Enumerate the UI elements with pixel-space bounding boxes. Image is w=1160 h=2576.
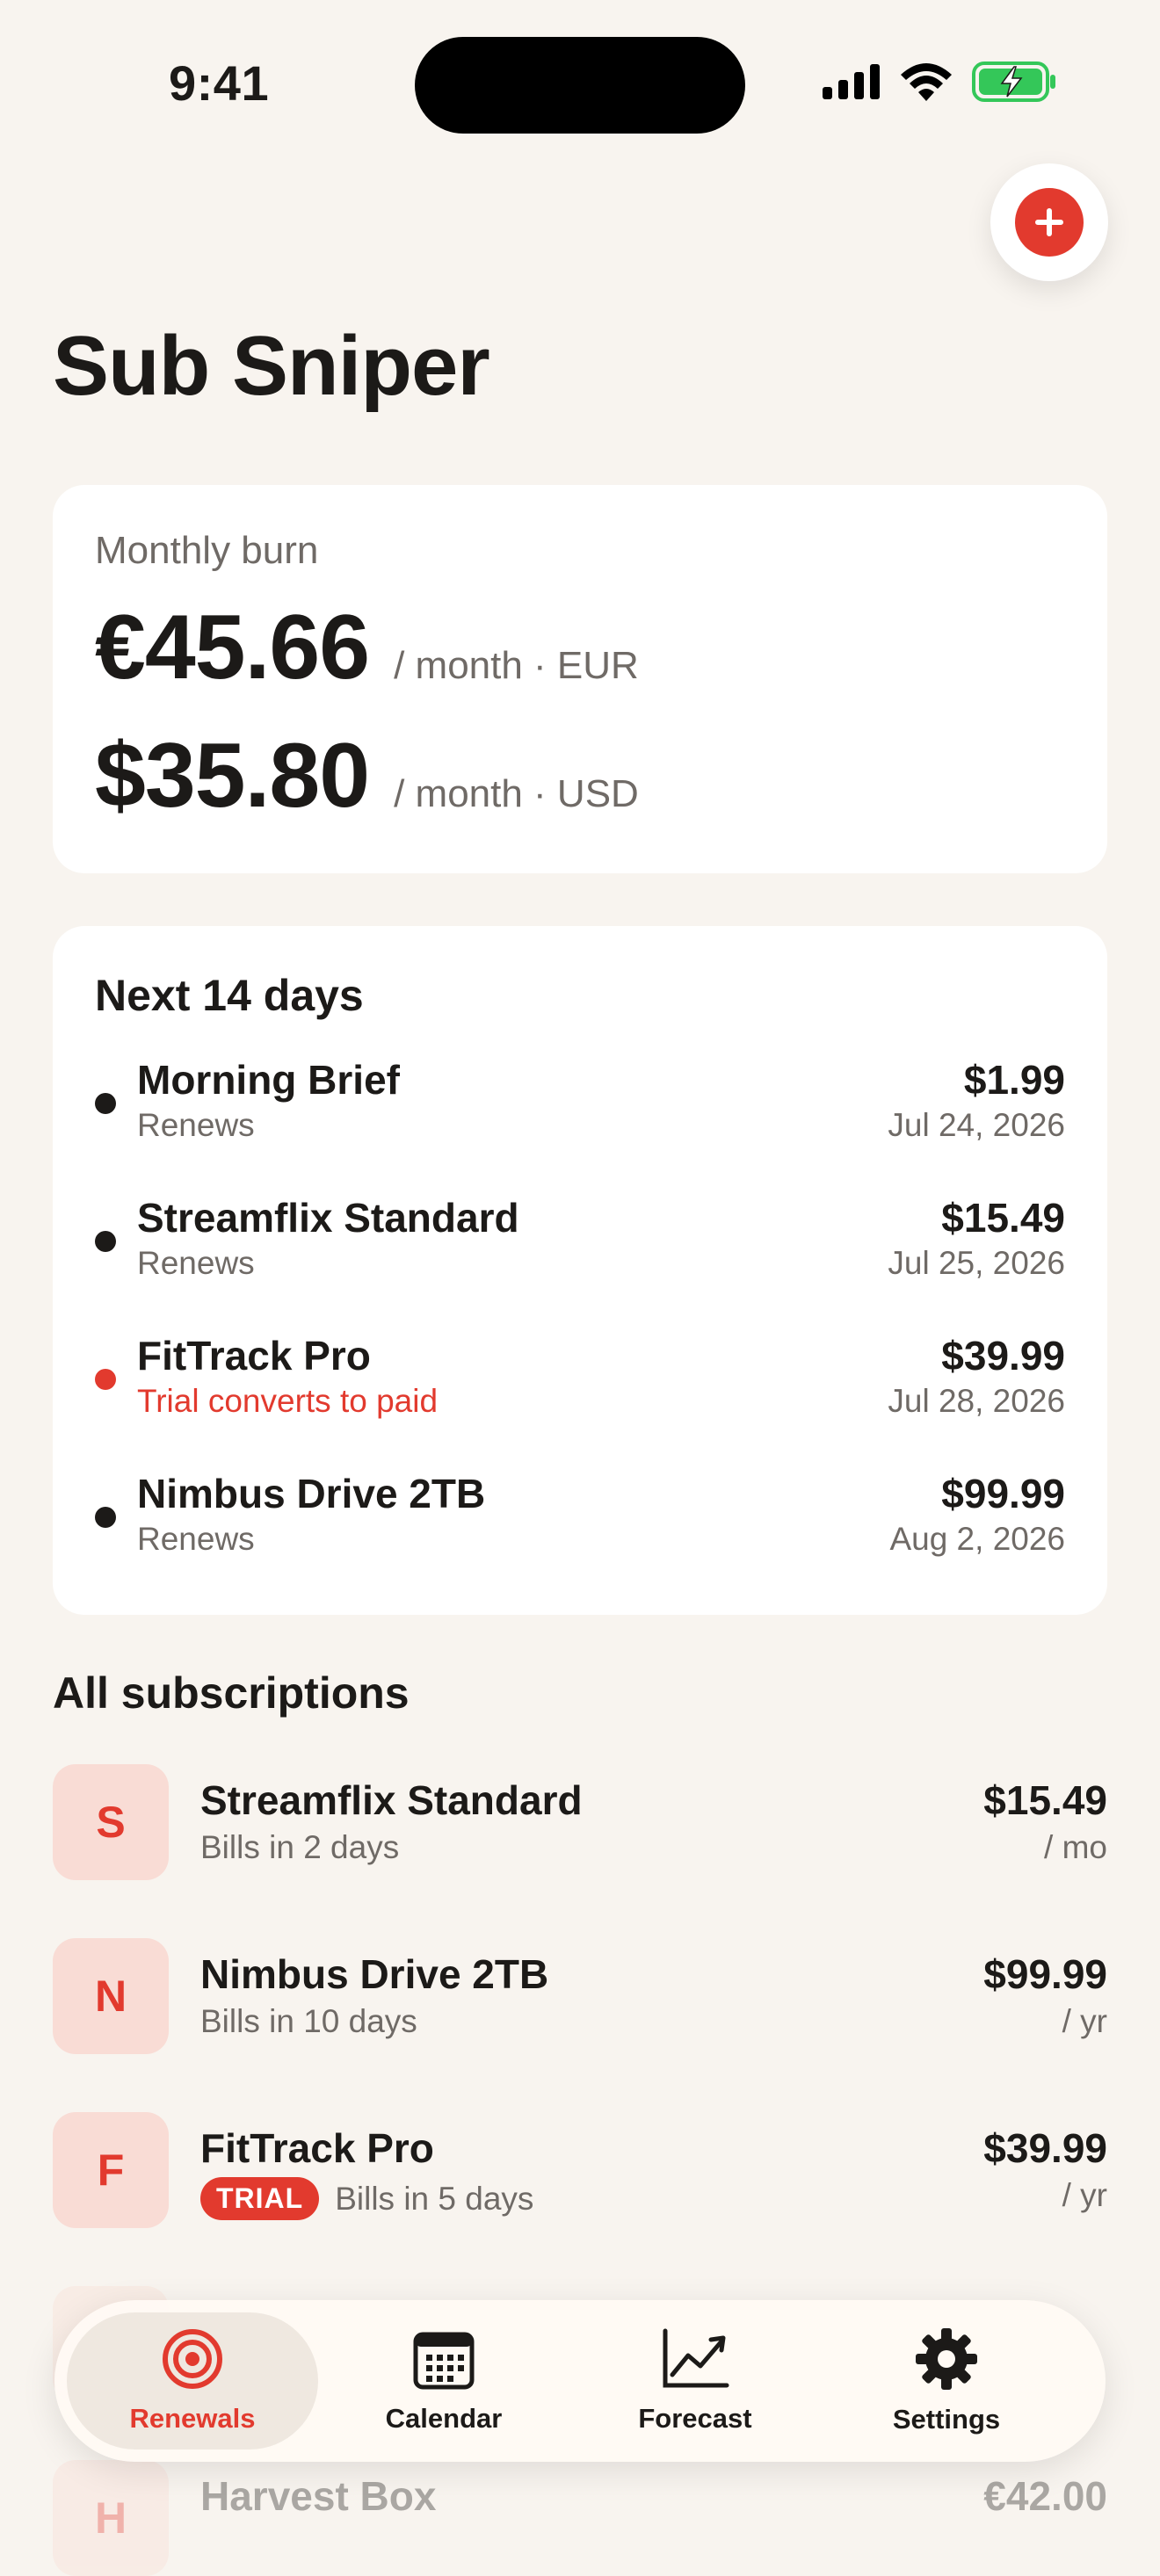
renewal-date: Jul 24, 2026 bbox=[888, 1107, 1065, 1143]
all-subscriptions-title: All subscriptions bbox=[53, 1668, 410, 1718]
billing-countdown: Bills in 5 days bbox=[335, 2180, 534, 2217]
subscription-name: FitTrack Pro bbox=[200, 2125, 434, 2171]
burn-amount: $35.80 bbox=[95, 725, 370, 827]
status-dot bbox=[95, 1231, 116, 1252]
upcoming-renewal-item[interactable]: Morning Brief Renews $1.99 Jul 24, 2026 bbox=[95, 1051, 1065, 1156]
tab-calendar[interactable]: Calendar bbox=[318, 2312, 569, 2449]
renewal-date: Aug 2, 2026 bbox=[889, 1521, 1065, 1557]
subscription-meta: Bills in 10 days bbox=[200, 2003, 417, 2040]
upcoming-renewal-item[interactable]: Streamflix Standard Renews $15.49 Jul 25… bbox=[95, 1189, 1065, 1294]
status-icons bbox=[823, 62, 1056, 102]
subscription-name: Nimbus Drive 2TB bbox=[200, 1951, 549, 1997]
target-icon bbox=[163, 2329, 222, 2389]
status-dot bbox=[95, 1507, 116, 1528]
burn-usd-row: $35.80 / month · USD bbox=[95, 724, 639, 829]
tab-label: Calendar bbox=[385, 2403, 503, 2434]
subscription-avatar: S bbox=[53, 1764, 169, 1880]
trial-badge: TRIAL bbox=[200, 2177, 320, 2220]
renewal-status: Renews bbox=[137, 1521, 255, 1557]
renewal-price: $1.99 bbox=[963, 1057, 1065, 1103]
renewal-status: Renews bbox=[137, 1245, 255, 1281]
subscription-price: €42.00 bbox=[983, 2473, 1107, 2519]
renewal-name: Streamflix Standard bbox=[137, 1195, 519, 1241]
monthly-burn-card: Monthly burn €45.66 / month · EUR $35.80… bbox=[53, 485, 1107, 873]
burn-amount: €45.66 bbox=[95, 597, 370, 698]
plus-icon bbox=[1035, 208, 1063, 236]
page-title: Sub Sniper bbox=[53, 319, 490, 413]
wifi-icon bbox=[901, 63, 952, 101]
next-14-days-card: Next 14 days Morning Brief Renews $1.99 … bbox=[53, 926, 1107, 1615]
renewal-price: $39.99 bbox=[941, 1333, 1065, 1378]
gear-icon bbox=[916, 2328, 977, 2390]
next-14-days-title: Next 14 days bbox=[95, 971, 364, 1020]
subscription-price: $39.99 bbox=[983, 2125, 1107, 2171]
cellular-signal-icon bbox=[823, 64, 880, 99]
monthly-burn-label: Monthly burn bbox=[95, 529, 319, 572]
burn-eur-row: €45.66 / month · EUR bbox=[95, 596, 639, 700]
subscription-avatar: H bbox=[53, 2460, 169, 2576]
subscription-price: $15.49 bbox=[983, 1777, 1107, 1823]
renewal-name: FitTrack Pro bbox=[137, 1333, 371, 1378]
subscription-row[interactable]: H Harvest Box €42.00 bbox=[53, 2460, 1107, 2576]
renewal-status: Trial converts to paid bbox=[137, 1383, 439, 1419]
billing-period: / yr bbox=[1062, 2177, 1107, 2213]
add-subscription-button[interactable] bbox=[990, 163, 1108, 281]
renewal-name: Nimbus Drive 2TB bbox=[137, 1471, 486, 1516]
billing-countdown: Bills in 10 days bbox=[200, 2003, 417, 2039]
billing-period: / yr bbox=[1062, 2003, 1107, 2039]
tab-settings[interactable]: Settings bbox=[821, 2312, 1072, 2449]
subscription-name: Harvest Box bbox=[200, 2473, 437, 2519]
tab-label: Forecast bbox=[638, 2403, 752, 2434]
subscription-meta: TRIAL Bills in 5 days bbox=[200, 2177, 533, 2220]
subscription-row[interactable]: S Streamflix Standard Bills in 2 days $1… bbox=[53, 1764, 1107, 1880]
renewal-name: Morning Brief bbox=[137, 1057, 400, 1103]
tab-renewals[interactable]: Renewals bbox=[67, 2312, 318, 2449]
subscription-name: Streamflix Standard bbox=[200, 1777, 583, 1823]
renewal-price: $99.99 bbox=[941, 1471, 1065, 1516]
calendar-icon bbox=[413, 2332, 475, 2390]
battery-charging-icon bbox=[972, 62, 1055, 102]
dynamic-island bbox=[415, 37, 745, 134]
burn-unit: / month · USD bbox=[394, 772, 639, 815]
renewal-date: Jul 25, 2026 bbox=[888, 1245, 1065, 1281]
status-dot bbox=[95, 1093, 116, 1114]
renewal-status: Renews bbox=[137, 1107, 255, 1143]
subscription-row[interactable]: N Nimbus Drive 2TB Bills in 10 days $99.… bbox=[53, 1938, 1107, 2054]
trial-status-dot bbox=[95, 1369, 116, 1390]
billing-countdown: Bills in 2 days bbox=[200, 1829, 400, 1865]
subscription-row[interactable]: F FitTrack Pro TRIAL Bills in 5 days $39… bbox=[53, 2112, 1107, 2228]
upcoming-renewal-item[interactable]: FitTrack Pro Trial converts to paid $39.… bbox=[95, 1327, 1065, 1432]
tab-forecast[interactable]: Forecast bbox=[569, 2312, 821, 2449]
subscription-price: $99.99 bbox=[983, 1951, 1107, 1997]
subscription-avatar: F bbox=[53, 2112, 169, 2228]
upcoming-renewal-item[interactable]: Nimbus Drive 2TB Renews $99.99 Aug 2, 20… bbox=[95, 1465, 1065, 1570]
subscription-meta: Bills in 2 days bbox=[200, 1829, 399, 1866]
add-button-circle bbox=[1015, 188, 1084, 257]
tab-label: Settings bbox=[892, 2404, 1001, 2435]
burn-unit: / month · EUR bbox=[394, 644, 639, 687]
renewal-date: Jul 28, 2026 bbox=[888, 1383, 1065, 1419]
tab-label: Renewals bbox=[129, 2403, 256, 2434]
renewal-price: $15.49 bbox=[941, 1195, 1065, 1241]
bottom-tab-bar: Renewals Calendar Forecast Settings bbox=[54, 2300, 1106, 2462]
status-time: 9:41 bbox=[169, 55, 270, 111]
billing-period: / mo bbox=[1044, 1829, 1107, 1865]
subscription-avatar: N bbox=[53, 1938, 169, 2054]
chart-line-icon bbox=[663, 2328, 729, 2388]
